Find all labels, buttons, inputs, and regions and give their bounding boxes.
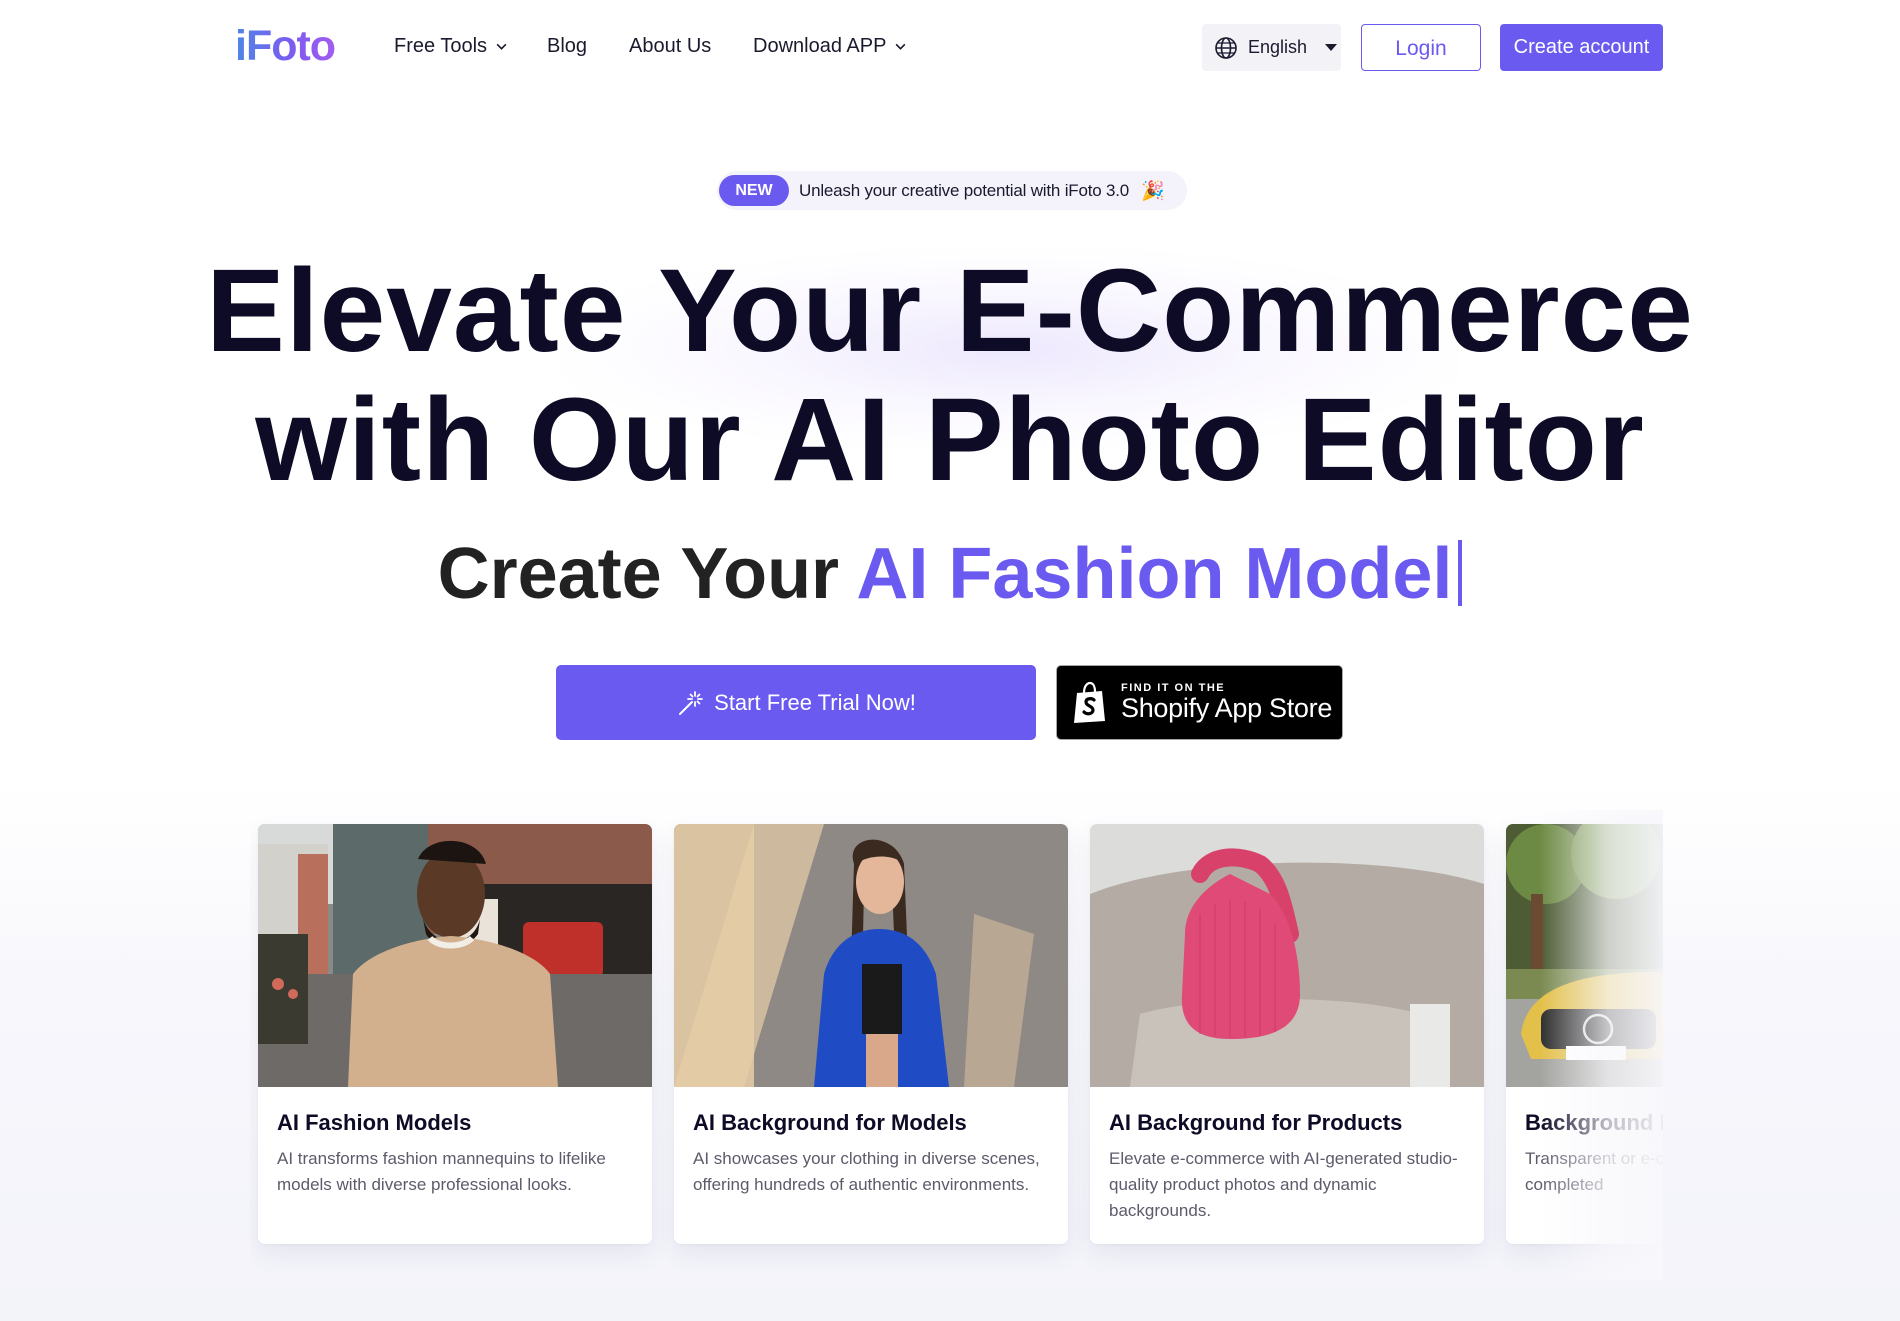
hero-headline-line1: Elevate Your E-Commerce xyxy=(206,245,1694,377)
typing-cursor xyxy=(1458,540,1463,606)
nav-free-tools[interactable]: Free Tools xyxy=(394,35,508,58)
feature-card-ai-background-models[interactable]: AI Background for Models AI showcases yo… xyxy=(674,824,1068,1244)
hero-subline: Create Your AI Fashion Model xyxy=(0,538,1900,610)
shopify-big-text: Shopify App Store xyxy=(1121,692,1333,723)
card-description: Transparent or e-commerce backgrounds co… xyxy=(1525,1149,1663,1194)
card-description: AI transforms fashion mannequins to life… xyxy=(277,1149,606,1194)
party-popper-icon: 🎉 xyxy=(1141,180,1165,202)
logo[interactable]: iFoto xyxy=(235,22,336,71)
card-image-yellow-car xyxy=(1506,824,1663,1087)
chevron-down-icon xyxy=(496,43,507,50)
hero-headline-line2: with Our AI Photo Editor xyxy=(255,374,1645,506)
shopify-app-store-button[interactable]: FIND IT ON THE Shopify App Store xyxy=(1056,665,1343,740)
card-title: AI Fashion Models xyxy=(277,1110,472,1135)
feature-carousel: AI Fashion Models AI transforms fashion … xyxy=(250,810,1663,1280)
language-label: English xyxy=(1248,37,1308,57)
magic-wand-icon xyxy=(679,690,704,715)
nav-download-app[interactable]: Download APP xyxy=(753,35,907,58)
card-image-pink-handbag xyxy=(1090,824,1484,1087)
nav-blog[interactable]: Blog xyxy=(547,35,587,58)
chevron-down-icon xyxy=(896,43,906,50)
card-title: AI Background for Products xyxy=(1109,1110,1403,1135)
nav-about-us[interactable]: About Us xyxy=(629,35,711,58)
login-button[interactable]: Login xyxy=(1361,24,1481,71)
card-description: AI showcases your clothing in diverse sc… xyxy=(693,1149,1040,1194)
feature-card-background-remover[interactable]: Background Remover Transparent or e-comm… xyxy=(1506,824,1663,1244)
globe-icon xyxy=(1215,36,1237,59)
create-account-button[interactable]: Create account xyxy=(1500,24,1663,71)
caret-down-icon xyxy=(1325,44,1338,51)
shopify-bag-icon xyxy=(1074,681,1105,723)
nav-label: About Us xyxy=(629,35,712,57)
subline-accent: AI Fashion Model xyxy=(856,534,1453,614)
announcement-badge[interactable]: NEW Unleash your creative potential with… xyxy=(717,171,1187,210)
shopify-small-text: FIND IT ON THE xyxy=(1121,681,1226,694)
nav-label: Blog xyxy=(547,35,588,57)
feature-card-ai-background-products[interactable]: AI Background for Products Elevate e-com… xyxy=(1090,824,1484,1244)
card-title: AI Background for Models xyxy=(693,1110,967,1135)
shopify-text: FIND IT ON THE Shopify App Store xyxy=(1121,682,1332,724)
subline-prefix: Create Your xyxy=(437,534,840,614)
start-free-trial-label: Start Free Trial Now! xyxy=(714,689,916,715)
nav-label: Free Tools xyxy=(394,35,488,57)
new-tag: NEW xyxy=(719,175,789,206)
card-image-man-street xyxy=(258,824,652,1087)
language-selector[interactable]: English xyxy=(1202,24,1341,71)
start-free-trial-button[interactable]: Start Free Trial Now! xyxy=(556,665,1036,740)
feature-card-ai-fashion-models[interactable]: AI Fashion Models AI transforms fashion … xyxy=(258,824,652,1244)
card-title: Background Remover xyxy=(1525,1110,1663,1135)
card-description: Elevate e-commerce with AI-generated stu… xyxy=(1109,1149,1458,1220)
badge-text: Unleash your creative potential with iFo… xyxy=(799,180,1130,200)
site-header: iFoto Free Tools Blog About Us Download … xyxy=(0,0,1900,95)
card-image-woman-denim xyxy=(674,824,1068,1087)
nav-label: Download APP xyxy=(753,35,887,57)
